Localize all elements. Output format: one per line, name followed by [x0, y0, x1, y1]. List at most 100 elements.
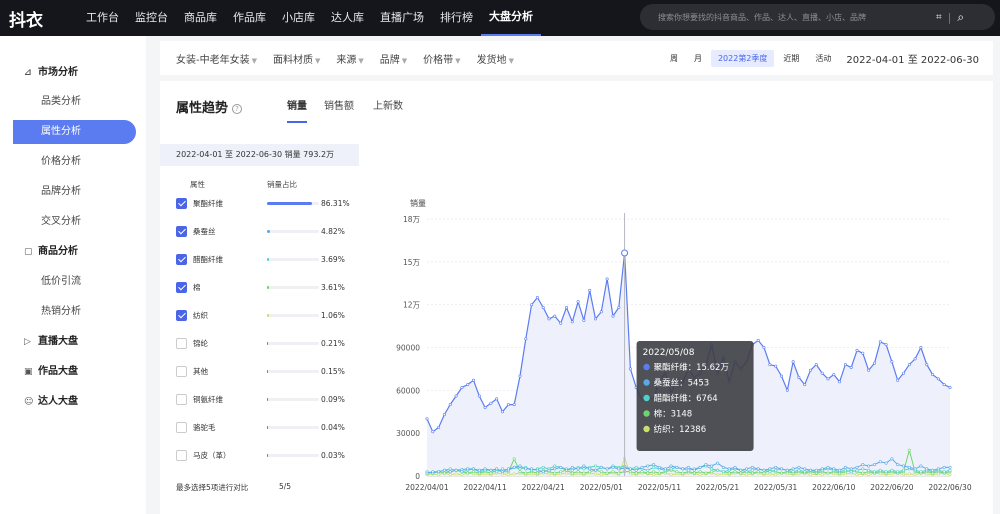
data-point-桑蚕丝 [570, 465, 574, 469]
help-icon[interactable]: ? [232, 103, 243, 114]
sidebar-group-0[interactable]: ⊿ 市场分析 [0, 61, 146, 85]
data-point-棉 [570, 471, 574, 475]
attribute-checkbox[interactable] [176, 394, 187, 405]
data-point-纺织 [454, 472, 458, 476]
data-point-聚酯纤维 [483, 406, 487, 410]
attribute-row[interactable]: 桑蚕丝 4.82% [176, 226, 356, 240]
data-point-桑蚕丝 [890, 457, 894, 461]
data-point-纺织 [855, 473, 859, 477]
share-bar-fill [267, 258, 269, 261]
attribute-checkbox[interactable] [176, 450, 187, 461]
data-point-醋酯纤维 [646, 468, 650, 472]
attribute-checkbox[interactable] [176, 422, 187, 433]
app-logo[interactable]: 抖衣 [9, 6, 69, 31]
data-point-纺织 [745, 473, 749, 477]
data-point-醋酯纤维 [594, 464, 598, 468]
data-point-桑蚕丝 [896, 463, 900, 467]
filter-0[interactable]: 女装-中老年女装 ▼ [176, 51, 257, 66]
attribute-row[interactable]: 锦纶 0.21% [176, 338, 356, 352]
attribute-name: 醋酯纤维 [193, 255, 223, 264]
data-point-聚酯纤维 [878, 340, 882, 344]
data-point-棉 [524, 471, 528, 475]
data-point-桑蚕丝 [524, 467, 528, 471]
attribute-row[interactable]: 铜氨纤维 0.09% [176, 394, 356, 408]
attribute-checkbox[interactable] [176, 226, 187, 237]
chevron-down-icon: ▼ [358, 56, 364, 65]
sidebar-item-2[interactable]: 价格分析 [0, 150, 146, 174]
attribute-row[interactable]: 骆驼毛 0.04% [176, 422, 356, 436]
attribute-checkbox[interactable] [176, 338, 187, 349]
data-point-棉 [710, 470, 714, 474]
sidebar-group-1[interactable]: ▢ 商品分析 [0, 240, 146, 264]
trend-chart[interactable]: 销量 0 30000 60000 90000 12万 15万 18万 2022/04/01 202… [380, 191, 993, 514]
data-point-聚酯纤维 [466, 383, 470, 387]
data-point-聚酯纤维 [814, 363, 818, 367]
data-point-醋酯纤维 [901, 468, 905, 472]
sidebar-item-4[interactable]: 交叉分析 [0, 210, 146, 234]
attribute-row[interactable]: 纺织 1.06% [176, 310, 356, 324]
data-point-聚酯纤维 [826, 377, 830, 381]
sidebar-item-1[interactable]: 属性分析 [13, 120, 136, 144]
data-point-桑蚕丝 [425, 471, 429, 475]
nav-item-3[interactable]: 作品库 [225, 0, 274, 36]
data-point-桑蚕丝 [553, 467, 557, 471]
data-point-纺织 [907, 472, 911, 476]
filter-1[interactable]: 面料材质 ▼ [273, 51, 320, 66]
filter-5[interactable]: 发货地 ▼ [477, 51, 514, 66]
tooltip-item: 醋酯纤维：6764 [654, 393, 718, 404]
filter-bar: 女装-中老年女装 ▼ 面料材质 ▼ 来源 ▼ 品牌 ▼ 价格带 ▼ 发货地 ▼ 周月 2022第2季度 近期… [160, 41, 993, 75]
attribute-checkbox[interactable] [176, 366, 187, 377]
attribute-checkbox[interactable] [176, 254, 187, 265]
sidebar-item-0[interactable]: 品类分析 [0, 90, 146, 114]
filter-2[interactable]: 来源 ▼ [336, 51, 363, 66]
sidebar-item-3[interactable]: 品牌分析 [0, 180, 146, 204]
tab-sales-volume[interactable]: 销量 [287, 97, 307, 112]
nav-item-6[interactable]: 直播广场 [372, 0, 432, 36]
nav-item-5[interactable]: 达人库 [323, 0, 372, 36]
sidebar-item-5[interactable]: 低价引流 [0, 270, 146, 294]
nav-item-2[interactable]: 商品库 [176, 0, 225, 36]
sidebar-group-label: 市场分析 [38, 67, 78, 78]
x-tick-label: 2022/05/01 [580, 483, 623, 492]
period-4[interactable]: 活动 [808, 50, 838, 67]
attribute-row[interactable]: 马皮（革） 0.03% [176, 450, 356, 464]
date-range[interactable]: 2022-04-01 至 2022-06-30 [846, 51, 979, 66]
share-bar-fill [267, 314, 269, 317]
nav-item-0[interactable]: 工作台 [78, 0, 127, 36]
tab-new-items[interactable]: 上新数 [373, 97, 403, 112]
sidebar-item-6[interactable]: 热销分析 [0, 300, 146, 324]
data-point-醋酯纤维 [634, 465, 638, 469]
data-point-聚酯纤维 [495, 397, 499, 401]
period-3[interactable]: 近期 [776, 50, 806, 67]
search-icon[interactable]: ⌕ [957, 10, 964, 25]
nav-item-8[interactable]: 大盘分析 [481, 0, 541, 36]
filter-3[interactable]: 品牌 ▼ [380, 51, 407, 66]
filter-4[interactable]: 价格带 ▼ [423, 51, 460, 66]
data-point-桑蚕丝 [466, 467, 470, 471]
data-point-棉 [617, 471, 621, 475]
nav-item-1[interactable]: 监控台 [127, 0, 176, 36]
attribute-checkbox[interactable] [176, 310, 187, 321]
nav-item-4[interactable]: 小店库 [274, 0, 323, 36]
attribute-row[interactable]: 聚酯纤维 86.31% [176, 198, 356, 212]
sidebar-group-2[interactable]: ▷ 直播大盘 [0, 330, 146, 354]
data-point-桑蚕丝 [565, 468, 569, 472]
data-point-聚酯纤维 [565, 306, 569, 310]
attribute-row[interactable]: 其他 0.15% [176, 366, 356, 380]
sidebar-group-3[interactable]: ▣ 作品大盘 [0, 360, 146, 384]
search-input[interactable] [658, 12, 928, 22]
period-2[interactable]: 2022第2季度 [710, 49, 775, 67]
attribute-checkbox[interactable] [176, 282, 187, 293]
nav-item-7[interactable]: 排行榜 [432, 0, 481, 36]
attribute-checkbox[interactable] [176, 198, 187, 209]
data-point-棉 [727, 471, 731, 475]
period-0[interactable]: 周 [663, 50, 685, 67]
period-1[interactable]: 月 [687, 50, 709, 67]
sidebar-group-4[interactable]: ☺ 达人大盘 [0, 390, 146, 414]
scan-icon[interactable]: ⌗ [936, 12, 942, 23]
attribute-row[interactable]: 棉 3.61% [176, 282, 356, 296]
attribute-row[interactable]: 醋酯纤维 3.69% [176, 254, 356, 268]
y-axis-title: 销量 [410, 198, 426, 208]
data-point-桑蚕丝 [762, 468, 766, 472]
tab-sales-amount[interactable]: 销售额 [324, 97, 354, 112]
